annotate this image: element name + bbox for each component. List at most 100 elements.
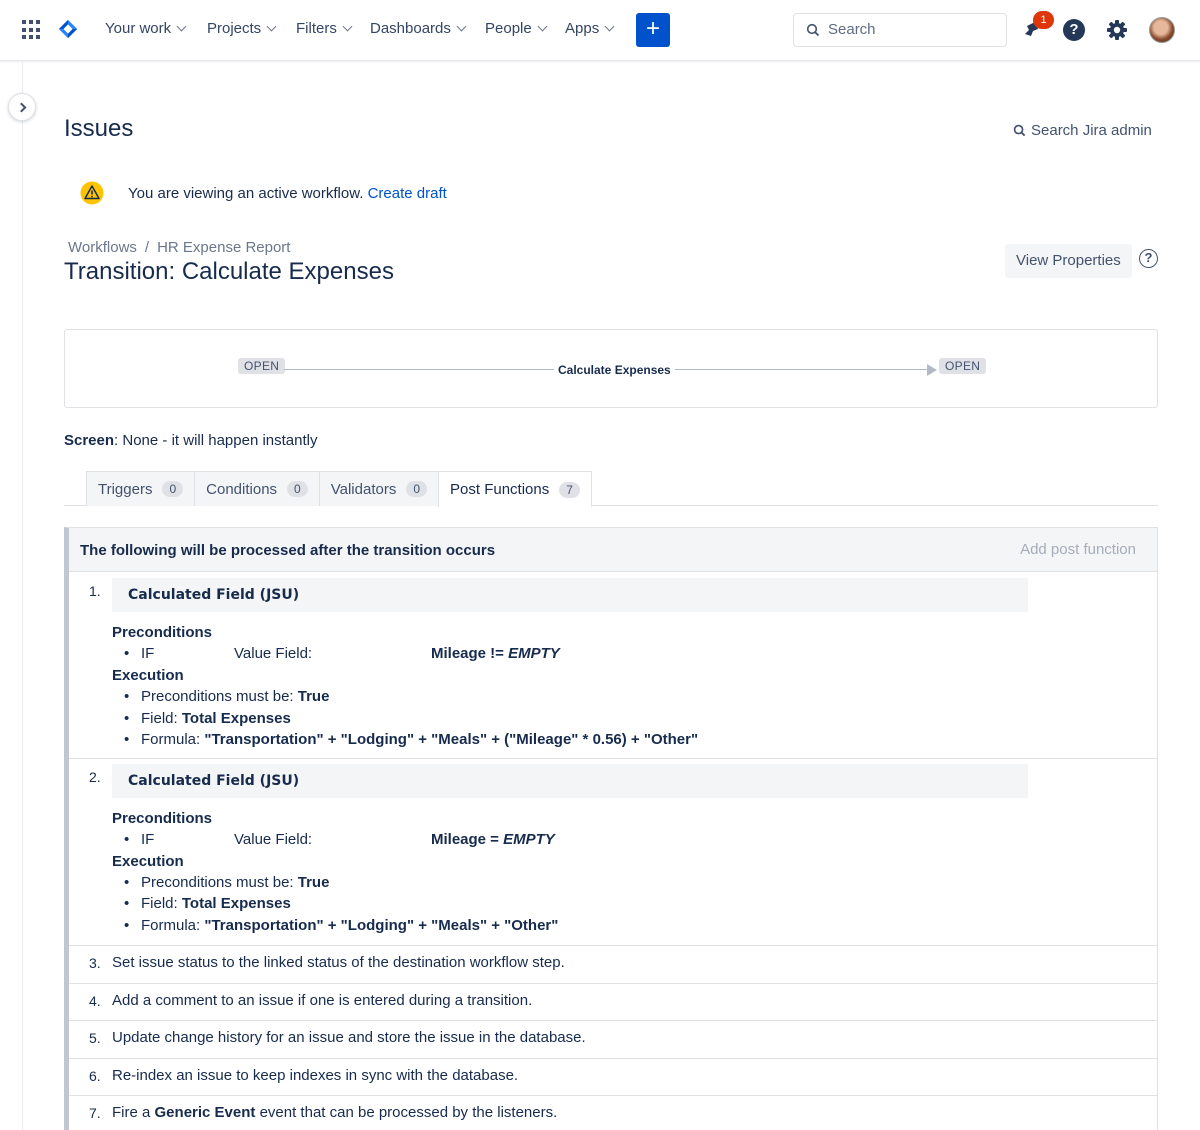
post-function-text: Fire a Generic Event event that can be p… xyxy=(112,1104,558,1121)
precondition-expression: Mileage != EMPTY xyxy=(431,645,560,662)
sidebar-edge xyxy=(22,61,23,1130)
nav-projects[interactable]: Projects xyxy=(207,20,277,37)
condition-value: EMPTY xyxy=(508,645,560,662)
create-button[interactable]: + xyxy=(636,13,670,47)
nav-dashboards[interactable]: Dashboards xyxy=(370,20,467,37)
nav-people[interactable]: People xyxy=(485,20,548,37)
post-function-text: Re-index an issue to keep indexes in syn… xyxy=(112,1067,519,1084)
breadcrumb-hr-expense-report[interactable]: HR Expense Report xyxy=(157,239,290,256)
user-avatar[interactable] xyxy=(1149,17,1175,43)
nav-your-work[interactable]: Your work xyxy=(105,20,187,37)
search-input[interactable]: Search xyxy=(793,13,1007,47)
post-function-title: Calculated Field (JSU) xyxy=(128,587,300,603)
post-function-row: 1. Calculated Field (JSU) Preconditions … xyxy=(69,572,1157,759)
screen-label: Screen xyxy=(64,432,115,449)
condition-value: EMPTY xyxy=(503,831,555,848)
add-post-function-link[interactable]: Add post function xyxy=(1020,541,1136,558)
jira-logo-icon[interactable] xyxy=(57,18,79,40)
post-function-row: 6. Re-index an issue to keep indexes in … xyxy=(69,1059,1157,1096)
warning-icon xyxy=(80,181,104,205)
post-function-text: Set issue status to the linked status of… xyxy=(112,954,565,971)
row-number: 3. xyxy=(89,955,101,971)
help-circle-icon[interactable]: ? xyxy=(1139,249,1158,268)
tab-triggers[interactable]: Triggers 0 xyxy=(86,471,196,506)
transition-title: Transition: Calculate Expenses xyxy=(64,258,394,285)
from-status-lozenge: OPEN xyxy=(238,358,286,374)
formula: Formula: "Transportation" + "Lodging" + … xyxy=(124,917,558,934)
tab-count-badge: 0 xyxy=(406,481,428,497)
breadcrumb: Workflows / HR Expense Report xyxy=(68,239,290,256)
preconditions-label: Preconditions xyxy=(112,810,213,827)
search-jira-admin-label: Search Jira admin xyxy=(1031,122,1152,139)
chevron-down-icon xyxy=(456,21,467,32)
tab-label: Validators xyxy=(330,480,397,498)
app-switcher-icon[interactable] xyxy=(22,20,42,40)
search-jira-admin-link[interactable]: Search Jira admin xyxy=(1013,122,1152,139)
row-number: 1. xyxy=(89,583,101,599)
expand-sidebar-button[interactable] xyxy=(8,93,36,121)
notification-count-badge: 1 xyxy=(1033,11,1054,29)
screen-value: : None - it will happen instantly xyxy=(114,432,318,449)
post-functions-heading: The following will be processed after th… xyxy=(80,542,496,559)
post-function-title-bar: Calculated Field (JSU) xyxy=(112,764,1028,798)
chevron-down-icon xyxy=(342,21,353,32)
tab-label: Triggers xyxy=(98,480,153,498)
row-number: 7. xyxy=(89,1105,101,1121)
row-number: 5. xyxy=(89,1030,101,1046)
formula: Formula: "Transportation" + "Lodging" + … xyxy=(124,731,698,748)
if-label: IF xyxy=(124,645,155,662)
settings-gear-icon[interactable] xyxy=(1105,18,1129,42)
transition-tabs: Triggers 0 Conditions 0 Validators 0 Post F… xyxy=(86,471,592,507)
nav-apps[interactable]: Apps xyxy=(565,20,615,37)
tab-validators[interactable]: Validators 0 xyxy=(318,471,440,506)
top-navigation: Your work Projects Filters Dashboards Pe… xyxy=(0,0,1200,61)
post-function-text: Add a comment to an issue if one is ente… xyxy=(112,992,533,1009)
condition-field: Mileage != xyxy=(431,645,509,662)
target-field: Field: Total Expenses xyxy=(124,710,291,727)
tab-label: Post Functions xyxy=(450,481,550,498)
create-draft-link[interactable]: Create draft xyxy=(368,185,447,202)
warning-text: You are viewing an active workflow. xyxy=(128,185,364,202)
post-function-row: 5. Update change history for an issue an… xyxy=(69,1021,1157,1059)
chevron-down-icon xyxy=(537,21,548,32)
view-properties-button[interactable]: View Properties xyxy=(1005,244,1132,278)
post-functions-panel: The following will be processed after th… xyxy=(64,527,1158,1130)
breadcrumb-separator: / xyxy=(144,239,150,256)
active-workflow-message: You are viewing an active workflow. Crea… xyxy=(128,185,447,202)
chevron-right-icon xyxy=(16,102,27,113)
tab-count-badge: 0 xyxy=(287,481,308,497)
post-function-row: 7. Fire a Generic Event event that can b… xyxy=(69,1096,1157,1130)
execution-label: Execution xyxy=(112,853,184,870)
arrow-icon xyxy=(927,364,937,376)
if-label: IF xyxy=(124,831,155,848)
post-function-title-bar: Calculated Field (JSU) xyxy=(112,578,1028,612)
preconditions-must-be: Preconditions must be: True xyxy=(124,874,329,891)
preconditions-must-be: Preconditions must be: True xyxy=(124,688,329,705)
chevron-down-icon xyxy=(176,21,187,32)
condition-field: Mileage = xyxy=(431,831,504,848)
to-status-lozenge: OPEN xyxy=(939,358,987,374)
help-icon[interactable]: ? xyxy=(1063,19,1085,41)
target-field: Field: Total Expenses xyxy=(124,895,291,912)
search-icon xyxy=(1013,124,1026,137)
tab-label: Conditions xyxy=(206,480,278,498)
row-number: 4. xyxy=(89,993,101,1009)
tab-count-badge: 7 xyxy=(559,481,580,498)
execution-label: Execution xyxy=(112,667,184,684)
tab-conditions[interactable]: Conditions 0 xyxy=(194,471,320,506)
nav-filters[interactable]: Filters xyxy=(296,20,353,37)
tab-post-functions[interactable]: Post Functions 7 xyxy=(438,471,592,507)
search-placeholder: Search xyxy=(828,21,876,38)
post-functions-header: The following will be processed after th… xyxy=(69,528,1157,572)
value-field-label: Value Field: xyxy=(234,831,313,848)
post-function-row: 2. Calculated Field (JSU) Preconditions … xyxy=(69,759,1157,946)
tab-count-badge: 0 xyxy=(162,481,184,497)
post-function-row: 4. Add a comment to an issue if one is e… xyxy=(69,984,1157,1021)
row-number: 6. xyxy=(89,1068,101,1084)
screen-info: Screen: None - it will happen instantly xyxy=(64,432,317,449)
breadcrumb-workflows[interactable]: Workflows xyxy=(68,239,137,256)
search-icon xyxy=(806,23,820,37)
chevron-down-icon xyxy=(604,21,615,32)
value-field-label: Value Field: xyxy=(234,645,313,662)
post-function-text: Update change history for an issue and s… xyxy=(112,1029,586,1046)
